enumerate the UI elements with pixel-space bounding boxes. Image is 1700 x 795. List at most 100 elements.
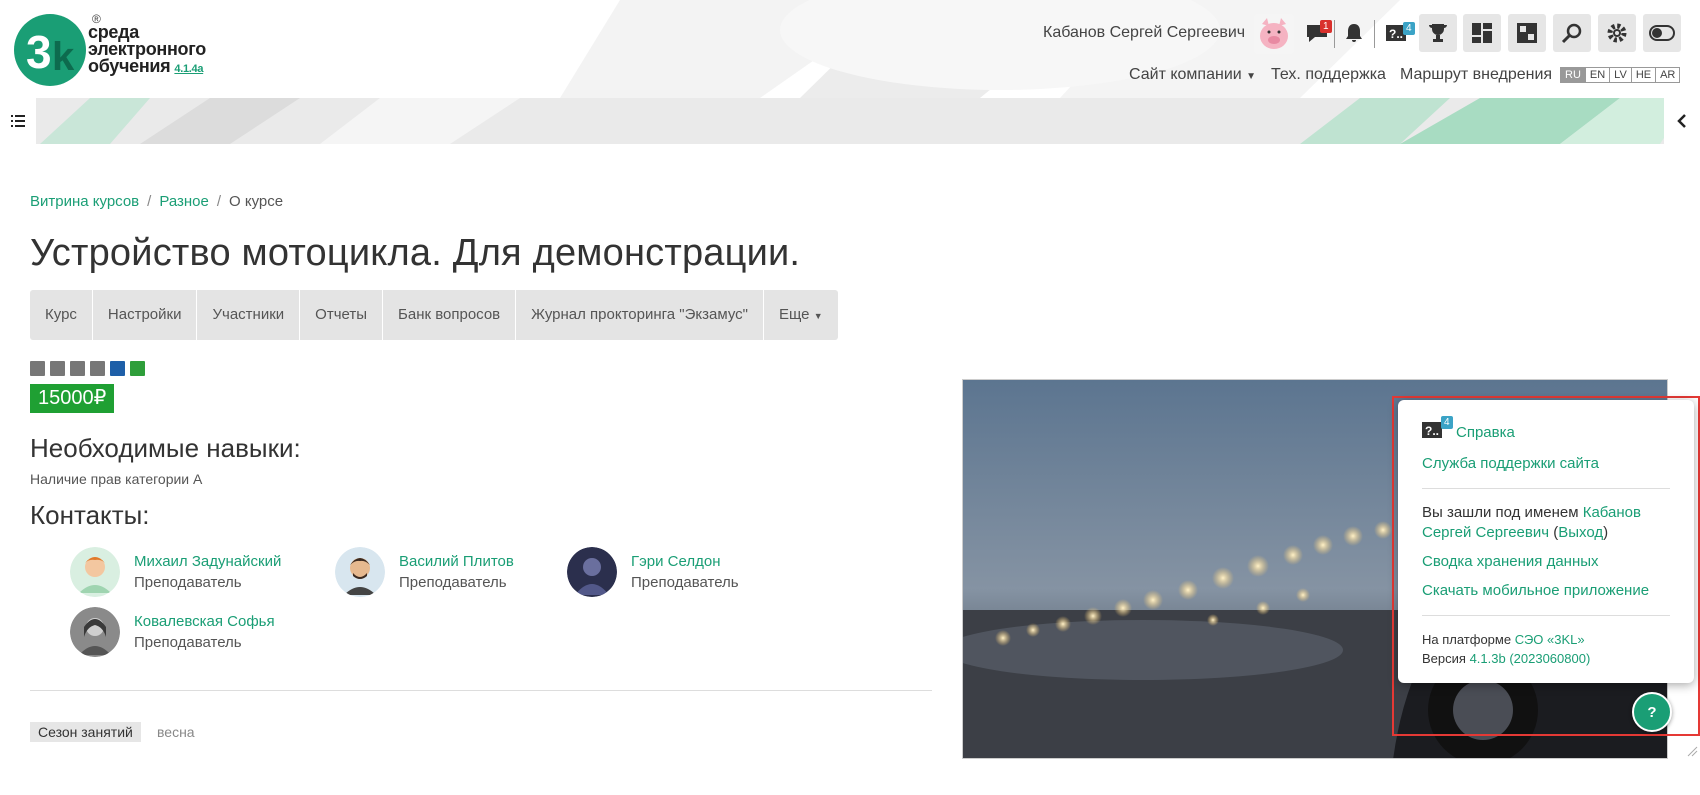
- lang-he[interactable]: HE: [1630, 67, 1657, 83]
- contact-role: Преподаватель: [134, 574, 242, 591]
- season-value: весна: [157, 724, 195, 740]
- notifications-button[interactable]: [1335, 14, 1373, 52]
- mobile-app-link[interactable]: Скачать мобильное приложение: [1422, 582, 1649, 599]
- breadcrumb-current: О курсе: [229, 193, 284, 210]
- season-label: Сезон занятий: [30, 722, 141, 742]
- divider: [1374, 20, 1375, 48]
- dashboard-icon: [1472, 23, 1492, 43]
- organization-button[interactable]: [1508, 14, 1546, 52]
- platform-link[interactable]: СЭО «3KL»: [1515, 632, 1585, 647]
- theme-toggle-button[interactable]: [1643, 14, 1681, 52]
- help-fab-button[interactable]: ?: [1632, 692, 1672, 732]
- search-icon: [1561, 23, 1582, 44]
- sber-icon: [130, 361, 145, 376]
- help-popup: ?.. 4 Справка Служба поддержки сайта Вы …: [1398, 400, 1694, 683]
- tab-settings[interactable]: Настройки: [93, 290, 198, 340]
- user-icon: [30, 361, 45, 376]
- banner-strip: [0, 98, 1700, 144]
- settings-button[interactable]: [1598, 14, 1636, 52]
- contact-role: Преподаватель: [631, 574, 739, 591]
- skills-text: Наличие прав категории А: [30, 471, 203, 487]
- help-glyph-icon: ?..: [1422, 422, 1442, 438]
- breadcrumb: Витрина курсов / Разное / О курсе: [30, 193, 284, 210]
- contact-name[interactable]: Михаил Задунайский: [134, 551, 281, 572]
- lang-en[interactable]: EN: [1584, 67, 1611, 83]
- breadcrumb-item[interactable]: Разное: [159, 193, 209, 210]
- dashboard-button[interactable]: [1463, 14, 1501, 52]
- lang-lv[interactable]: LV: [1609, 67, 1632, 83]
- contact-name[interactable]: Гэри Селдон: [631, 551, 739, 572]
- pig-avatar-icon: [1260, 18, 1288, 49]
- contact-avatar: [567, 547, 617, 597]
- data-retention-link[interactable]: Сводка хранения данных: [1422, 553, 1599, 570]
- language-switcher: RU EN LV HE AR: [1560, 67, 1681, 83]
- sidebar-toggle-button[interactable]: [0, 98, 36, 144]
- chevron-down-icon: ▼: [1246, 71, 1257, 82]
- search-button[interactable]: [1553, 14, 1591, 52]
- tab-course[interactable]: Курс: [30, 290, 93, 340]
- enrolment-icons: [30, 361, 145, 376]
- tab-reports[interactable]: Отчеты: [300, 290, 384, 340]
- logout-link[interactable]: Выход: [1558, 524, 1603, 541]
- help-badge: 4: [1441, 416, 1453, 429]
- tab-more[interactable]: Еще ▼: [764, 290, 838, 340]
- lang-ar[interactable]: AR: [1655, 67, 1681, 83]
- tab-participants[interactable]: Участники: [197, 290, 301, 340]
- logged-in-info: Вы зашли под именем Кабанов Сергей Серге…: [1422, 504, 1641, 541]
- bell-icon: [1346, 24, 1362, 42]
- svg-text:k: k: [52, 35, 75, 79]
- divider: [1422, 615, 1670, 616]
- help-badge: 4: [1403, 22, 1415, 35]
- course-nav-tabs: Курс Настройки Участники Отчеты Банк воп…: [30, 290, 838, 340]
- help-icon: ?.. 4: [1422, 416, 1453, 444]
- toggle-icon: [1649, 25, 1675, 41]
- version-link[interactable]: 4.1.4a: [174, 63, 203, 75]
- help-menu-button[interactable]: ?.. 4: [1377, 14, 1415, 52]
- pig-avatar[interactable]: [1254, 14, 1294, 54]
- contact-name[interactable]: Ковалевская Софья: [134, 611, 275, 632]
- mail-icon: [50, 361, 65, 376]
- list-icon: [11, 115, 25, 127]
- contact-card: Михаил Задунайский Преподаватель: [70, 547, 281, 597]
- user-name[interactable]: Кабанов Сергей Сергеевич: [1043, 24, 1245, 42]
- support-service-link[interactable]: Служба поддержки сайта: [1422, 455, 1599, 472]
- chevron-down-icon: ▼: [813, 311, 823, 321]
- section-divider: [30, 690, 932, 691]
- version-link[interactable]: 4.1.3b (2023060800): [1470, 651, 1591, 666]
- contacts-heading: Контакты:: [30, 500, 150, 530]
- resize-grip-icon[interactable]: [1686, 745, 1698, 757]
- achievements-button[interactable]: [1419, 14, 1457, 52]
- gear-icon: [1607, 23, 1627, 43]
- support-link[interactable]: Тех. поддержка: [1271, 66, 1386, 84]
- help-link[interactable]: Справка: [1456, 423, 1515, 443]
- skills-heading: Необходимые навыки:: [30, 433, 301, 463]
- org-icon: [1517, 23, 1537, 43]
- right-drawer-toggle[interactable]: [1664, 98, 1700, 144]
- page-title: Устройство мотоцикла. Для демонстрации.: [30, 232, 801, 274]
- contact-avatar: [70, 547, 120, 597]
- logo-text: среда электронного обучения 4.1.4a: [88, 22, 206, 76]
- contact-role: Преподаватель: [399, 574, 507, 591]
- banner-decoration: [40, 98, 1690, 144]
- contact-avatar: [335, 547, 385, 597]
- logo-3k-icon: 3 k: [14, 14, 86, 86]
- svg-text:3: 3: [26, 26, 52, 78]
- tab-question-bank[interactable]: Банк вопросов: [383, 290, 517, 340]
- svg-text:?..: ?..: [1425, 424, 1439, 438]
- svg-text:?..: ?..: [1389, 27, 1403, 41]
- site-logo[interactable]: 3 k ® среда электронного обучения 4.1.4a: [12, 12, 232, 92]
- contact-card: Василий Плитов Преподаватель: [335, 547, 514, 597]
- route-link[interactable]: Маршрут внедрения: [1400, 66, 1552, 84]
- company-site-menu[interactable]: Сайт компании ▼: [1129, 66, 1256, 84]
- tab-proctoring-log[interactable]: Журнал прокторинга "Экзамус": [516, 290, 764, 340]
- messages-button[interactable]: 1: [1298, 14, 1336, 52]
- lang-ru[interactable]: RU: [1560, 67, 1586, 83]
- contact-name[interactable]: Василий Плитов: [399, 551, 514, 572]
- messages-badge: 1: [1320, 20, 1332, 33]
- breadcrumb-item[interactable]: Витрина курсов: [30, 193, 139, 210]
- header: 3 k ® среда электронного обучения 4.1.4a …: [0, 0, 1700, 98]
- trophy-icon: [1429, 24, 1447, 42]
- chevron-left-icon: [1677, 114, 1686, 128]
- contact-role: Преподаватель: [134, 634, 242, 651]
- divider: [1422, 488, 1670, 489]
